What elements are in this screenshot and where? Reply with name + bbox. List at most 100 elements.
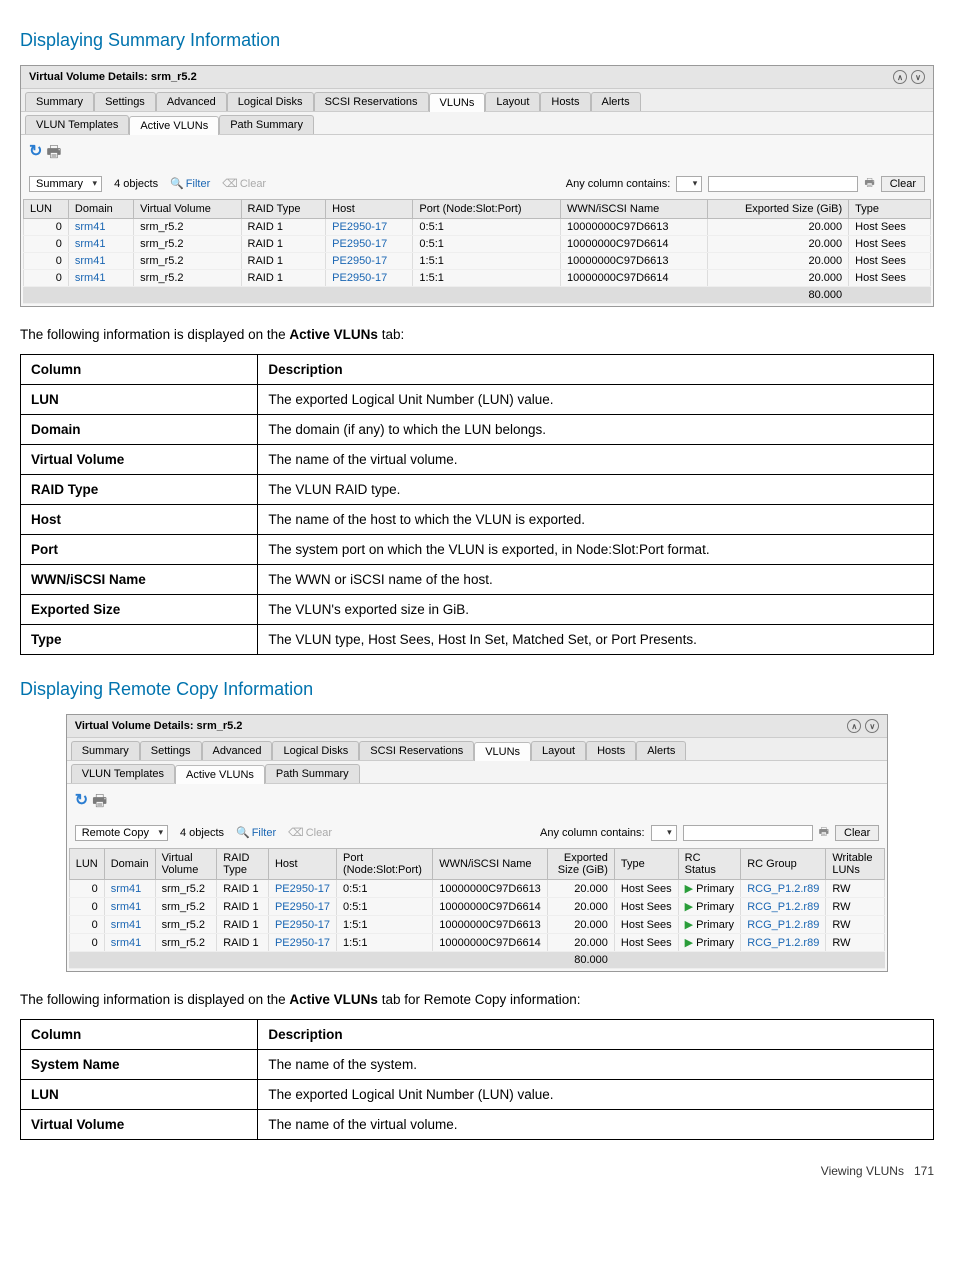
- subtab-active-vluns[interactable]: Active VLUNs: [129, 116, 219, 135]
- col-host[interactable]: Host: [268, 849, 336, 880]
- screenshot-2: Virtual Volume Details: srm_r5.2 ∧ ∨ Sum…: [66, 714, 889, 972]
- tab-layout[interactable]: Layout: [485, 92, 540, 111]
- col-port[interactable]: Port (Node:Slot:Port): [413, 200, 561, 219]
- filter-link[interactable]: 🔍Filter: [170, 177, 210, 190]
- report-icon[interactable]: 🖶: [92, 790, 107, 817]
- printer-small-icon[interactable]: 🖶: [864, 174, 874, 193]
- collapse-down-icon[interactable]: ∨: [911, 70, 925, 84]
- subtab-vlun-templates[interactable]: VLUN Templates: [25, 115, 129, 134]
- doc-row: DomainThe domain (if any) to which the L…: [21, 415, 934, 445]
- page-footer: Viewing VLUNs 171: [20, 1164, 934, 1178]
- section-heading-2: Displaying Remote Copy Information: [20, 679, 934, 700]
- clear-button[interactable]: Clear: [881, 176, 925, 192]
- filter-input[interactable]: [683, 825, 813, 841]
- col-rc-status[interactable]: RC Status: [678, 849, 741, 880]
- col-lun[interactable]: LUN: [24, 200, 69, 219]
- col-type[interactable]: Type: [849, 200, 931, 219]
- tab-summary[interactable]: Summary: [71, 741, 140, 760]
- col-virtual-volume[interactable]: Virtual Volume: [155, 849, 217, 880]
- clear-button[interactable]: Clear: [835, 825, 879, 841]
- table-row[interactable]: 0srm41srm_r5.2RAID 1PE2950-171:5:1100000…: [69, 916, 885, 934]
- eraser-icon: ⌫: [222, 178, 238, 190]
- collapse-down-icon[interactable]: ∨: [865, 719, 879, 733]
- tab-logical-disks[interactable]: Logical Disks: [227, 92, 314, 111]
- clear-link[interactable]: ⌫Clear: [222, 177, 266, 190]
- table-row[interactable]: 0srm41srm_r5.2RAID 1PE2950-171:5:1100000…: [24, 253, 931, 270]
- tab-hosts[interactable]: Hosts: [586, 741, 636, 760]
- tab-scsi-reservations[interactable]: SCSI Reservations: [359, 741, 474, 760]
- col-domain[interactable]: Domain: [68, 200, 133, 219]
- doc-row: Virtual VolumeThe name of the virtual vo…: [21, 1110, 934, 1140]
- col-type[interactable]: Type: [614, 849, 678, 880]
- tab-layout[interactable]: Layout: [531, 741, 586, 760]
- clear-link[interactable]: ⌫Clear: [288, 826, 332, 839]
- collapse-up-icon[interactable]: ∧: [893, 70, 907, 84]
- tab-advanced[interactable]: Advanced: [202, 741, 273, 760]
- collapse-up-icon[interactable]: ∧: [847, 719, 861, 733]
- object-count: 4 objects: [114, 178, 158, 190]
- intro-text-1: The following information is displayed o…: [20, 327, 934, 342]
- contains-dropdown[interactable]: [676, 176, 702, 192]
- col-raid-type[interactable]: RAID Type: [217, 849, 269, 880]
- doc-row: Exported SizeThe VLUN's exported size in…: [21, 595, 934, 625]
- doc-row: RAID TypeThe VLUN RAID type.: [21, 475, 934, 505]
- view-dropdown[interactable]: Remote Copy: [75, 825, 168, 841]
- col-virtual-volume[interactable]: Virtual Volume: [134, 200, 241, 219]
- col-port[interactable]: Port (Node:Slot:Port): [337, 849, 433, 880]
- filter-input[interactable]: [708, 176, 858, 192]
- doc-row: LUNThe exported Logical Unit Number (LUN…: [21, 1080, 934, 1110]
- tab-settings[interactable]: Settings: [94, 92, 156, 111]
- column-description-table-1: Column Description LUNThe exported Logic…: [20, 354, 934, 655]
- printer-small-icon[interactable]: 🖶: [819, 823, 829, 842]
- tab-advanced[interactable]: Advanced: [156, 92, 227, 111]
- column-description-table-2: Column Description System NameThe name o…: [20, 1019, 934, 1140]
- refresh-icon[interactable]: ↻: [29, 141, 42, 168]
- table-row[interactable]: 0srm41srm_r5.2RAID 1PE2950-170:5:1100000…: [69, 880, 885, 898]
- table-row[interactable]: 0srm41srm_r5.2RAID 1PE2950-170:5:1100000…: [69, 898, 885, 916]
- tab-vluns[interactable]: VLUNs: [429, 93, 486, 112]
- col-wwn[interactable]: WWN/iSCSI Name: [560, 200, 707, 219]
- table-row[interactable]: 0srm41srm_r5.2RAID 1PE2950-170:5:1100000…: [24, 219, 931, 236]
- view-dropdown[interactable]: Summary: [29, 176, 102, 192]
- subtab-vlun-templates[interactable]: VLUN Templates: [71, 764, 175, 783]
- subtab-active-vluns[interactable]: Active VLUNs: [175, 765, 265, 784]
- col-domain[interactable]: Domain: [104, 849, 155, 880]
- tab-settings[interactable]: Settings: [140, 741, 202, 760]
- tab-scsi-reservations[interactable]: SCSI Reservations: [314, 92, 429, 111]
- tab-summary[interactable]: Summary: [25, 92, 94, 111]
- object-count: 4 objects: [180, 827, 224, 839]
- col-lun[interactable]: LUN: [69, 849, 104, 880]
- doc-row: TypeThe VLUN type, Host Sees, Host In Se…: [21, 625, 934, 655]
- table-row[interactable]: 0srm41srm_r5.2RAID 1PE2950-171:5:1100000…: [24, 270, 931, 287]
- subtab-path-summary[interactable]: Path Summary: [265, 764, 360, 783]
- doc-header-column: Column: [21, 355, 258, 385]
- tab-alerts[interactable]: Alerts: [636, 741, 686, 760]
- filter-link[interactable]: 🔍Filter: [236, 826, 276, 839]
- tab-alerts[interactable]: Alerts: [591, 92, 641, 111]
- col-raid-type[interactable]: RAID Type: [241, 200, 326, 219]
- tab-vluns[interactable]: VLUNs: [474, 742, 531, 761]
- col-exported-size[interactable]: Exported Size (GiB): [707, 200, 848, 219]
- section-heading: Displaying Summary Information: [20, 30, 934, 51]
- any-column-label: Any column contains:: [566, 178, 671, 190]
- any-column-label: Any column contains:: [540, 827, 645, 839]
- col-writable-luns[interactable]: Writable LUNs: [826, 849, 885, 880]
- subtab-path-summary[interactable]: Path Summary: [219, 115, 314, 134]
- doc-row: PortThe system port on which the VLUN is…: [21, 535, 934, 565]
- col-host[interactable]: Host: [326, 200, 413, 219]
- col-wwn[interactable]: WWN/iSCSI Name: [433, 849, 548, 880]
- tab-logical-disks[interactable]: Logical Disks: [272, 741, 359, 760]
- col-rc-group[interactable]: RC Group: [741, 849, 826, 880]
- intro-text-2: The following information is displayed o…: [20, 992, 934, 1007]
- active-vluns-table: LUN Domain Virtual Volume RAID Type Host…: [23, 199, 931, 304]
- doc-header-description: Description: [258, 355, 934, 385]
- contains-dropdown[interactable]: [651, 825, 677, 841]
- refresh-icon[interactable]: ↻: [75, 790, 88, 817]
- tab-hosts[interactable]: Hosts: [540, 92, 590, 111]
- table-row[interactable]: 0srm41srm_r5.2RAID 1PE2950-171:5:1100000…: [69, 934, 885, 952]
- total-size: 80.000: [707, 287, 848, 304]
- col-exported-size[interactable]: Exported Size (GiB): [547, 849, 614, 880]
- report-icon[interactable]: 🖶: [46, 141, 61, 168]
- doc-row: HostThe name of the host to which the VL…: [21, 505, 934, 535]
- table-row[interactable]: 0srm41srm_r5.2RAID 1PE2950-170:5:1100000…: [24, 236, 931, 253]
